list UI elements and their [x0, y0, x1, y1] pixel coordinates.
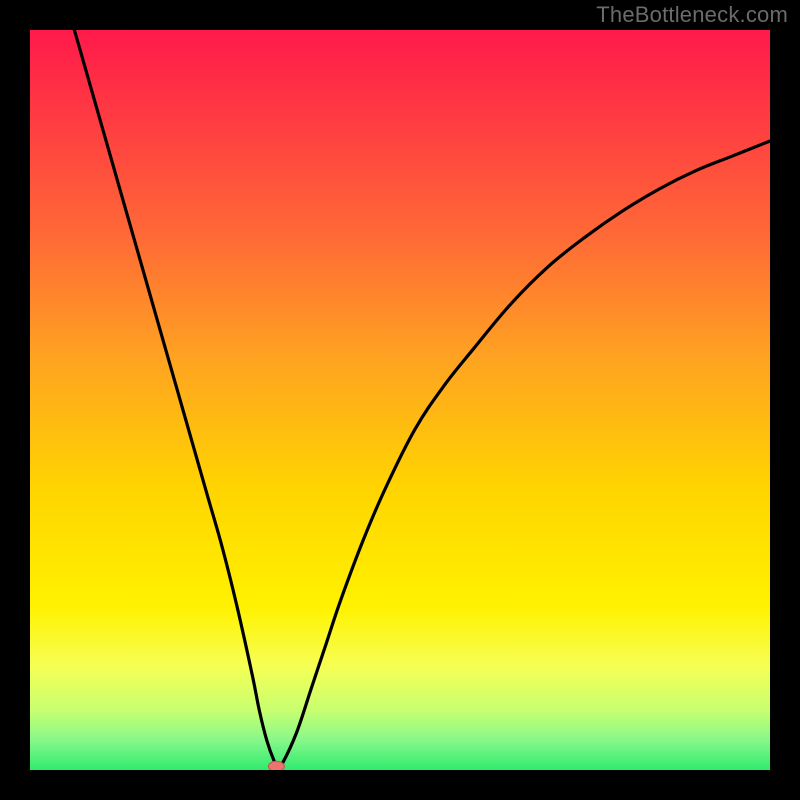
gradient-background [30, 30, 770, 770]
chart-frame: TheBottleneck.com [0, 0, 800, 800]
watermark-text: TheBottleneck.com [596, 2, 788, 28]
chart-svg [30, 30, 770, 770]
plot-area [30, 30, 770, 770]
optimal-point-marker [268, 761, 284, 770]
